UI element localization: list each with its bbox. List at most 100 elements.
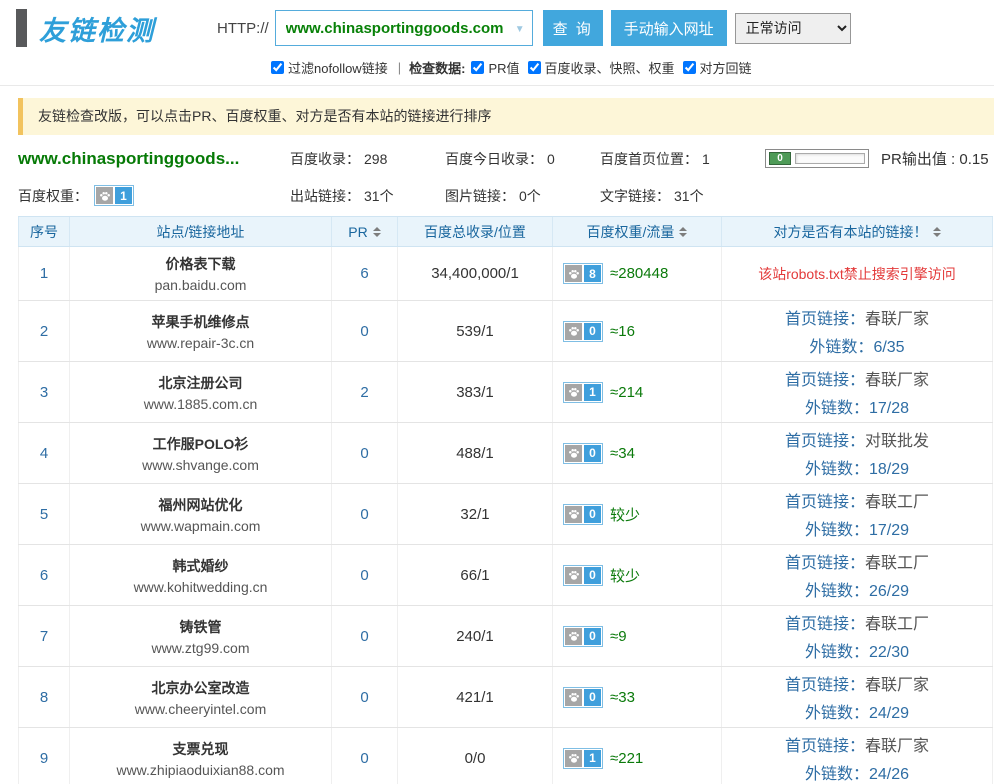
manual-input-button[interactable]: 手动输入网址 [611,10,727,46]
site-url-link[interactable]: www.kohitwedding.cn [134,579,268,595]
baidu-weight-badge: 0 [563,321,603,342]
home-link-label: 首页链接： [785,555,865,572]
weight-cell: 0 较少 [553,545,722,605]
site-name[interactable]: 铸铁管 [180,617,222,637]
query-button[interactable]: 查 询 [543,10,603,46]
traffic-estimate: ≈16 [610,323,635,340]
home-link-anchor[interactable]: 春联厂家 [865,372,929,389]
baidu-weight-badge: 1 [563,382,603,403]
site-name[interactable]: 北京办公室改造 [152,678,250,698]
site-name[interactable]: 韩式婚纱 [173,556,229,576]
baidu-index-checkbox[interactable] [528,61,541,74]
site-name[interactable]: 支票兑现 [173,739,229,759]
outlink-value: 18/29 [869,461,909,478]
home-link-anchor[interactable]: 春联工厂 [865,616,929,633]
baidu-index-value: 32/1 [460,506,489,523]
site-url-link[interactable]: www.cheeryintel.com [135,701,267,717]
site-url-link[interactable]: www.1885.com.cn [144,396,258,412]
url-query-group: HTTP:// ▼ 查 询 手动输入网址 正常访问 [217,10,851,46]
site-name[interactable]: 北京注册公司 [159,373,243,393]
chevron-down-icon[interactable]: ▼ [515,24,525,35]
outlink-label: 外链数： [805,522,869,539]
home-link-anchor[interactable]: 对联批发 [865,433,929,450]
baidu-index-cell: 488/1 [398,423,553,483]
table-row: 2 苹果手机维修点 www.repair-3c.cn 0 539/1 0 ≈16 [18,301,993,362]
sort-icon [933,227,941,237]
outlink-value: 6/35 [873,339,904,356]
site-name[interactable]: 价格表下载 [166,254,236,274]
home-link-anchor[interactable]: 春联厂家 [865,311,929,328]
paw-icon [96,187,113,204]
pr-cell: 0 [332,484,398,544]
home-link-anchor[interactable]: 春联厂家 [865,738,929,755]
site-cell: 北京注册公司 www.1885.com.cn [70,362,332,422]
site-url-link[interactable]: www.ztg99.com [151,640,249,656]
stat-baidu-weight: 百度权重： 1 [18,185,290,206]
row-number-cell: 8 [18,667,70,727]
site-name[interactable]: 工作服POLO衫 [153,434,249,454]
home-link-anchor[interactable]: 春联工厂 [865,494,929,511]
home-link-anchor[interactable]: 春联厂家 [865,677,929,694]
backlink-info: 首页链接：春联厂家 外链数：6/35 [785,305,929,357]
outlink-label: 外链数： [805,461,869,478]
table-row: 7 铸铁管 www.ztg99.com 0 240/1 0 ≈9 首页链 [18,606,993,667]
outlink-value: 26/29 [869,583,909,600]
pr-cell: 0 [332,301,398,361]
table-row: 8 北京办公室改造 www.cheeryintel.com 0 421/1 0 … [18,667,993,728]
section-divider [0,85,994,86]
pr-cell: 0 [332,667,398,727]
paw-icon [565,323,582,340]
header-backlink-sort[interactable]: 对方是否有本站的链接！ [722,217,993,246]
site-url-link[interactable]: pan.baidu.com [155,277,247,293]
home-link-anchor[interactable]: 春联工厂 [865,555,929,572]
baidu-weight-badge: 0 [563,504,603,525]
pr-value: 6 [360,265,368,282]
pr-cell: 0 [332,728,398,784]
outlink-value: 17/28 [869,400,909,417]
header-weight-sort[interactable]: 百度权重/流量 [553,217,722,246]
header-pr-sort[interactable]: PR [332,217,398,246]
site-name[interactable]: 苹果手机维修点 [152,312,250,332]
options-row: 过滤nofollow链接 | 检查数据: PR值 百度收录、快照、权重 对方回链 [0,56,994,85]
pr-checkbox[interactable] [471,61,484,74]
site-cell: 支票兑现 www.zhipiaoduixian88.com [70,728,332,784]
outlink-value: 24/29 [869,705,909,722]
weight-cell: 0 ≈9 [553,606,722,666]
site-url-link[interactable]: www.wapmain.com [141,518,261,534]
outlink-count-line: 外链数：26/29 [785,577,929,601]
pr-value: 0 [360,445,368,462]
traffic-estimate: 较少 [610,565,640,586]
row-number-cell: 9 [18,728,70,784]
pr-value: 0 [360,750,368,767]
site-url-link[interactable]: www.shvange.com [142,457,259,473]
outlink-count-line: 外链数：18/29 [785,455,929,479]
outlink-count-line: 外链数：24/29 [785,699,929,723]
stat-baidu-home-position: 百度首页位置：1 [600,149,765,169]
url-input[interactable] [276,11,532,45]
site-url-link[interactable]: www.zhipiaoduixian88.com [116,762,284,778]
weight-number: 0 [584,689,601,706]
baidu-weight-badge: 1 [563,748,603,769]
pr-cell: 0 [332,423,398,483]
filter-nofollow-checkbox[interactable] [271,61,284,74]
row-number: 6 [40,567,48,584]
site-name[interactable]: 福州网站优化 [159,495,243,515]
row-number-cell: 6 [18,545,70,605]
home-link-label: 首页链接： [785,494,865,511]
header-baidu-index: 百度总收录/位置 [398,217,553,246]
stat-outbound-links: 出站链接：31个 [290,186,445,206]
row-number: 9 [40,750,48,767]
baidu-index-cell: 0/0 [398,728,553,784]
site-cell: 苹果手机维修点 www.repair-3c.cn [70,301,332,361]
backlink-checkbox[interactable] [683,61,696,74]
traffic-estimate: ≈221 [610,750,643,767]
access-mode-select[interactable]: 正常访问 [735,13,851,44]
weight-number: 1 [584,750,601,767]
notice-banner: 友链检查改版，可以点击PR、百度权重、对方是否有本站的链接进行排序 [18,98,994,135]
stat-text-links: 文字链接：31个 [600,186,765,206]
pr-cell: 2 [332,362,398,422]
baidu-index-value: 240/1 [456,628,494,645]
site-url-link[interactable]: www.repair-3c.cn [147,335,254,351]
row-number: 3 [40,384,48,401]
home-link-line: 首页链接：对联批发 [785,427,929,451]
